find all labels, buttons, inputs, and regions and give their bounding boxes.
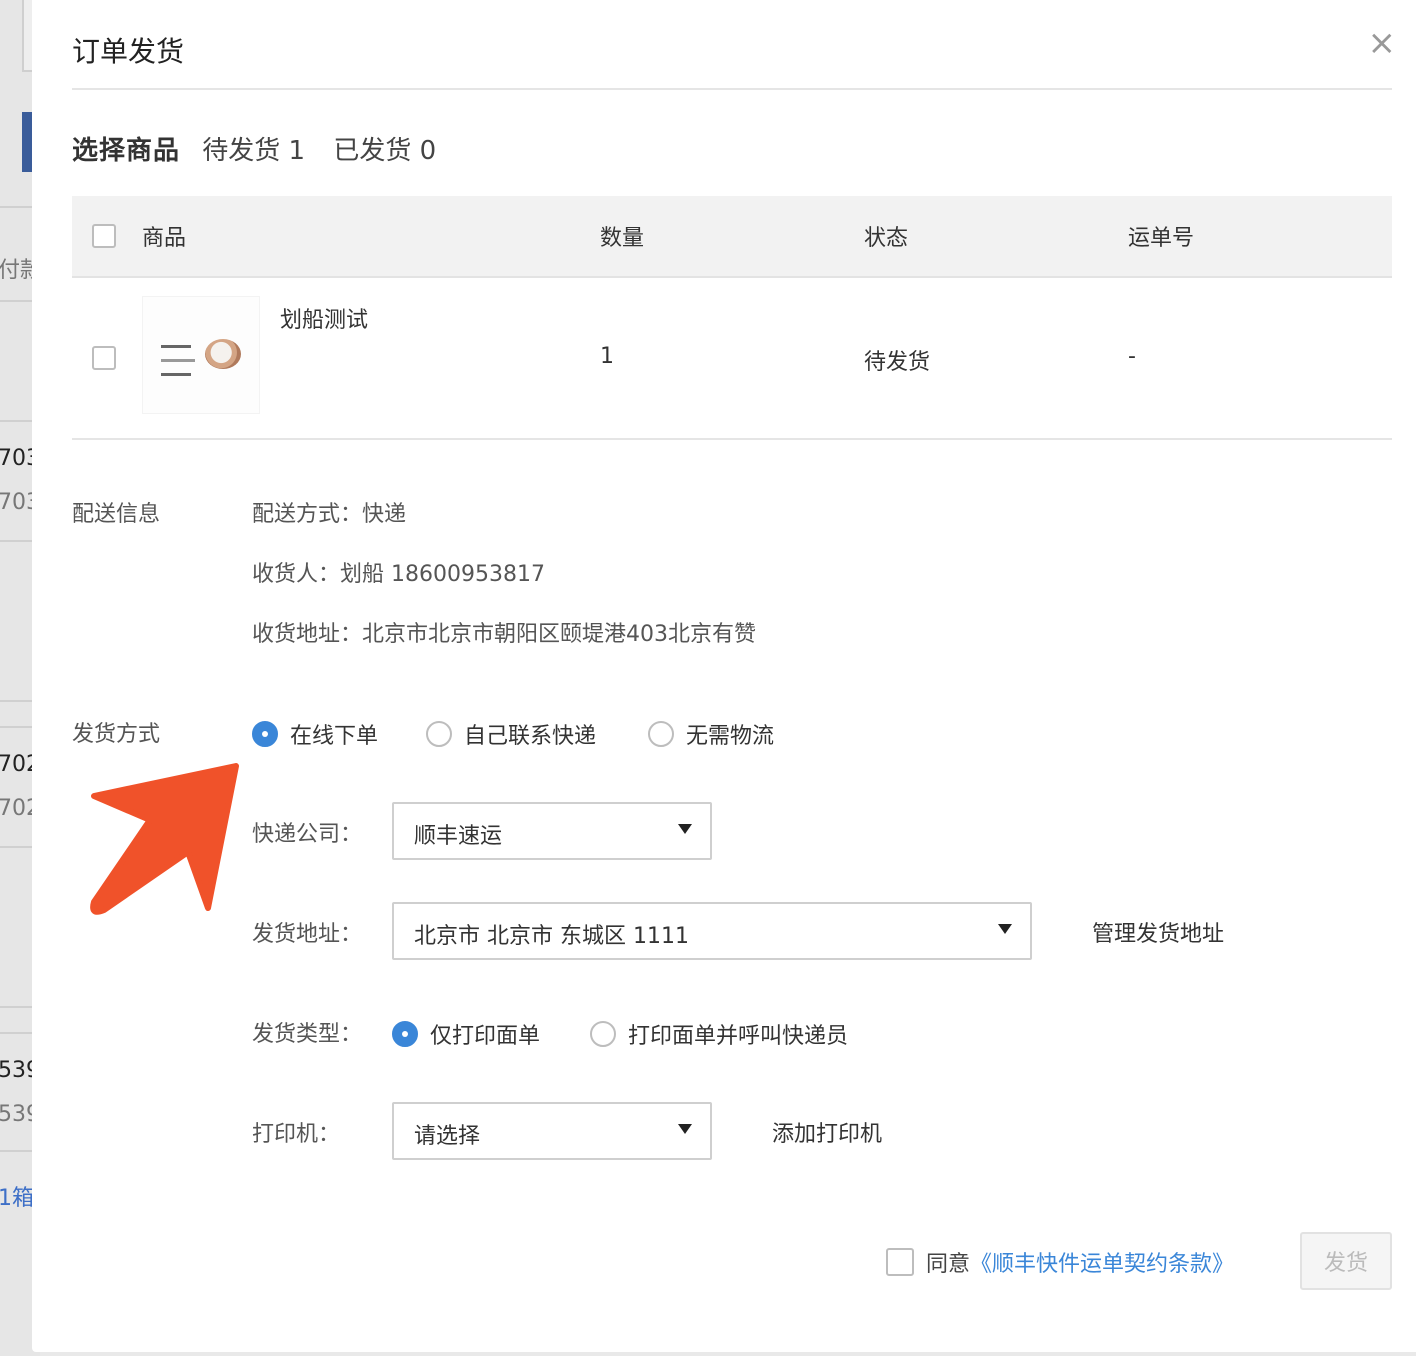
receiver-address: 收货地址：北京市北京市朝阳区颐堤港403北京有赞	[252, 622, 756, 647]
column-header-status: 状态	[864, 226, 909, 251]
ship-button[interactable]: 发货	[1300, 1232, 1392, 1290]
courier-label: 快递公司：	[252, 822, 363, 847]
ship-order-dialog: 订单发货 × 选择商品 待发货 1 已发货 0 商品 数量 状态 运单号 划船测…	[32, 0, 1416, 1352]
radio-indicator	[590, 1021, 616, 1047]
caret-down-icon	[678, 1124, 692, 1134]
radio-no-logistics[interactable]: 无需物流	[648, 718, 774, 750]
title-divider	[72, 88, 1392, 90]
annotation-arrow-icon	[90, 763, 239, 915]
pending-count: 待发货 1	[202, 136, 306, 166]
radio-label: 无需物流	[686, 724, 775, 749]
radio-print-and-call[interactable]: 打印面单并呼叫快递员	[590, 1018, 848, 1050]
radio-indicator-checked	[392, 1021, 418, 1047]
agree-prefix: 同意	[926, 1252, 971, 1277]
radio-label: 自己联系快递	[464, 724, 597, 749]
delivery-method: 配送方式：快递	[252, 502, 407, 527]
caret-down-icon	[678, 824, 692, 834]
radio-self-courier[interactable]: 自己联系快递	[426, 718, 596, 750]
agree-checkbox[interactable]	[886, 1248, 914, 1276]
courier-select-value: 顺丰速运	[414, 824, 503, 849]
ship-address-select[interactable]: 北京市 北京市 东城区 1111	[392, 902, 1032, 960]
ship-method-label: 发货方式	[72, 722, 161, 747]
courier-select[interactable]: 顺丰速运	[392, 802, 712, 860]
product-tracking: -	[1128, 344, 1136, 369]
printer-select-value: 请选择	[414, 1124, 481, 1149]
product-thumbnail[interactable]	[142, 296, 260, 414]
product-name-link[interactable]: 划船测试	[280, 302, 368, 334]
ship-address-value: 北京市 北京市 东城区 1111	[414, 924, 689, 949]
watch-image	[205, 339, 241, 369]
radio-indicator	[426, 721, 452, 747]
manage-address-link[interactable]: 管理发货地址	[1092, 916, 1224, 948]
radio-print-only[interactable]: 仅打印面单	[392, 1018, 540, 1050]
ship-address-label: 发货地址：	[252, 922, 363, 947]
agree-terms: 同意 《顺丰快件运单契约条款》	[886, 1246, 1234, 1278]
table-row: 划船测试 1 待发货 -	[72, 276, 1392, 440]
radio-label: 打印面单并呼叫快递员	[628, 1024, 849, 1049]
select-goods-title: 选择商品	[72, 136, 181, 166]
terms-link[interactable]: 《顺丰快件运单契约条款》	[970, 1246, 1234, 1278]
dialog-title: 订单发货	[72, 35, 185, 68]
radio-label: 仅打印面单	[430, 1024, 541, 1049]
background-link: 1箱	[0, 1186, 34, 1211]
column-header-tracking: 运单号	[1128, 226, 1195, 251]
radio-online-order[interactable]: 在线下单	[252, 718, 378, 750]
radio-label: 在线下单	[290, 724, 379, 749]
radio-indicator	[648, 721, 674, 747]
select-goods-heading: 选择商品 待发货 1 已发货 0	[72, 130, 436, 167]
close-icon[interactable]: ×	[1368, 26, 1397, 60]
select-all-checkbox[interactable]	[92, 224, 116, 248]
add-printer-link[interactable]: 添加打印机	[772, 1116, 882, 1148]
column-header-quantity: 数量	[600, 226, 645, 251]
product-status: 待发货	[864, 350, 931, 375]
printer-select[interactable]: 请选择	[392, 1102, 712, 1160]
caret-down-icon	[998, 924, 1012, 934]
product-quantity: 1	[600, 344, 614, 369]
delivery-info-label: 配送信息	[72, 502, 161, 527]
row-checkbox[interactable]	[92, 346, 116, 370]
ship-type-label: 发货类型：	[252, 1022, 363, 1047]
receiver-info: 收货人：划船 18600953817	[252, 562, 545, 587]
radio-indicator-checked	[252, 721, 278, 747]
goods-table-header: 商品 数量 状态 运单号	[72, 196, 1392, 278]
column-header-goods: 商品	[142, 226, 187, 251]
printer-label: 打印机：	[252, 1122, 341, 1147]
shipped-count: 已发货 0	[333, 136, 437, 166]
